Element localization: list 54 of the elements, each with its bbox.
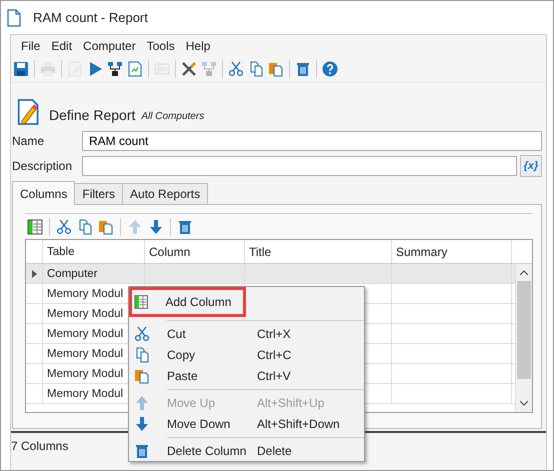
tools-icon[interactable] xyxy=(181,61,197,77)
copy-icon[interactable] xyxy=(77,218,93,234)
cut-icon[interactable] xyxy=(56,218,72,234)
delete-icon[interactable] xyxy=(177,218,193,234)
play-icon[interactable] xyxy=(87,61,103,77)
arrow-down-icon xyxy=(134,416,150,432)
header-title: Define Report xyxy=(49,107,136,125)
document-icon xyxy=(7,8,21,26)
row-pointer-icon xyxy=(32,270,36,278)
field-label: Description xyxy=(11,159,74,173)
network-icon[interactable] xyxy=(107,61,123,77)
delete-icon[interactable] xyxy=(295,61,311,77)
description-field[interactable] xyxy=(82,156,517,176)
copy-icon[interactable] xyxy=(248,61,264,77)
scroll-down-icon[interactable] xyxy=(520,401,528,406)
help-icon[interactable] xyxy=(322,61,338,77)
arrow-down-icon[interactable] xyxy=(148,218,164,234)
window-title: RAM count - Report xyxy=(33,10,148,25)
tab[interactable]: Filters xyxy=(74,183,124,204)
header-subtitle: All Computers xyxy=(141,111,204,124)
add-column-icon[interactable] xyxy=(27,218,43,234)
cut-icon[interactable] xyxy=(228,61,244,77)
menu-item[interactable]: Help xyxy=(180,36,216,54)
tab[interactable]: Columns xyxy=(12,181,76,205)
menu-item[interactable]: Edit xyxy=(46,36,78,54)
delete-icon xyxy=(134,442,150,458)
report-icon[interactable] xyxy=(127,61,143,77)
scroll-up-icon[interactable] xyxy=(520,270,528,275)
column-header[interactable]: Column xyxy=(145,240,245,263)
menu-item[interactable]: Delete Column Delete xyxy=(129,440,364,461)
add-column-icon xyxy=(134,294,148,310)
pencil-page-icon xyxy=(17,97,41,127)
copy-icon xyxy=(134,346,150,362)
variable-button[interactable]: {x} xyxy=(520,155,542,177)
menu-item[interactable]: Tools xyxy=(142,36,180,54)
menu-item[interactable]: Add Column xyxy=(129,287,246,317)
paste-icon[interactable] xyxy=(98,218,114,234)
field-label: Name xyxy=(11,134,46,148)
arrow-up-icon xyxy=(134,394,150,410)
column-header[interactable]: Summary xyxy=(392,240,512,263)
tab[interactable]: Auto Reports xyxy=(122,183,208,204)
menu-item[interactable]: Computer xyxy=(78,36,141,54)
column-header[interactable]: Table xyxy=(43,240,145,263)
table-cell[interactable]: Computer xyxy=(43,264,145,283)
save-icon[interactable] xyxy=(13,61,29,77)
scrollbar[interactable] xyxy=(515,264,532,412)
column-header[interactable]: Title xyxy=(245,240,392,263)
cut-icon xyxy=(134,326,150,342)
menu-item[interactable]: File xyxy=(16,36,46,54)
status-text: 7 Columns xyxy=(11,439,68,453)
paste-icon[interactable] xyxy=(268,61,284,77)
name-field[interactable]: RAM count xyxy=(82,131,542,151)
menu-item[interactable]: Move Down Alt+Shift+Down xyxy=(129,413,364,434)
paste-icon xyxy=(134,368,150,384)
